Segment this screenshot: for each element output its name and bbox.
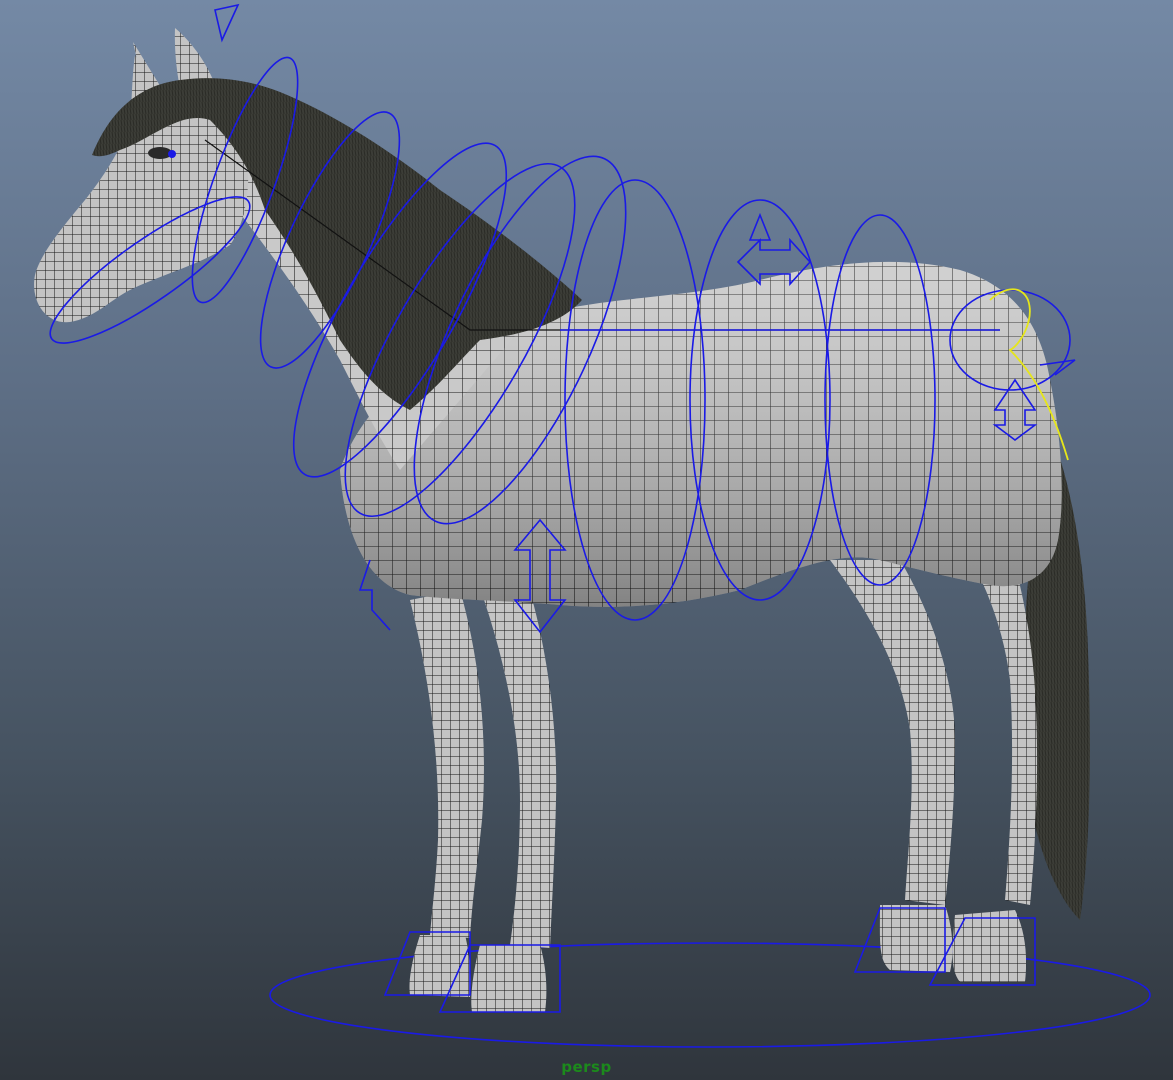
back-arrow-control-2[interactable] xyxy=(748,212,772,241)
fore-leg-far[interactable] xyxy=(410,590,484,938)
camera-label: persp xyxy=(561,1058,612,1076)
hind-leg-far[interactable] xyxy=(830,560,955,905)
eye-control[interactable] xyxy=(168,150,176,158)
viewport-persp[interactable]: persp xyxy=(0,0,1173,1080)
fore-hoof-far[interactable] xyxy=(409,935,471,997)
top-marker-control[interactable] xyxy=(214,3,240,43)
scene-canvas[interactable] xyxy=(0,0,1173,1080)
fore-hoof-near[interactable] xyxy=(471,945,547,1012)
